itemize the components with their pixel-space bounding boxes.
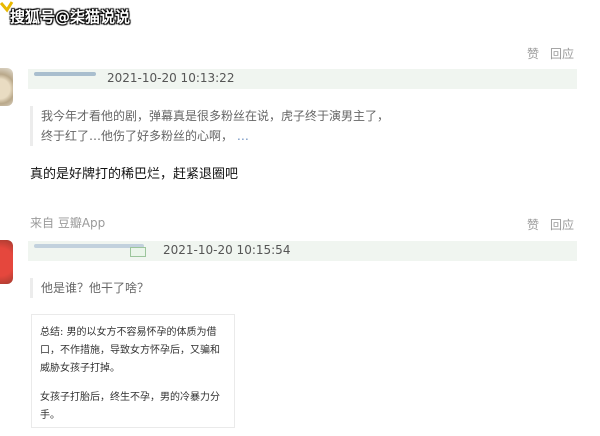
- username[interactable]: [34, 72, 96, 76]
- comment-2-meta: 2021-10-20 10:15:54: [28, 241, 577, 261]
- comment-source[interactable]: 来自 豆瓣App: [30, 214, 105, 231]
- user-badge: [130, 247, 146, 257]
- quoted-more-link[interactable]: …: [237, 129, 249, 143]
- timestamp: 2021-10-20 10:13:22: [107, 71, 235, 85]
- snippet-paragraph: 总结: 男的以女方不容易怀孕的体质为借口，不作措施，导致女方怀孕后，又骗和威胁女…: [40, 327, 220, 374]
- quoted-comment: 我今年才看他的剧，弹幕真是很多粉丝在说，虎子终于演男主了，终于红了…他伤了好多粉…: [30, 106, 393, 146]
- comment-2-actions: 赞 回应: [527, 216, 574, 233]
- avatar[interactable]: [0, 240, 13, 284]
- watermark: 搜狐号@柒猫说说: [10, 8, 131, 26]
- comment-1-actions: 赞 回应: [527, 45, 574, 62]
- avatar[interactable]: [0, 68, 13, 106]
- reply-button[interactable]: 回应: [550, 45, 574, 62]
- reply-button[interactable]: 回应: [550, 216, 574, 233]
- username[interactable]: [34, 244, 144, 248]
- comment-1-reply: 真的是好牌打的稀巴烂，赶紧退圈吧: [30, 167, 239, 182]
- comment-1-meta: 2021-10-20 10:13:22: [28, 69, 577, 89]
- timestamp: 2021-10-20 10:15:54: [163, 243, 291, 257]
- like-button[interactable]: 赞: [527, 45, 539, 62]
- snippet-paragraph: 女孩子打胎后，终生不孕，男的冷暴力分手。: [40, 392, 220, 421]
- quoted-text: 他是谁？他干了啥？: [41, 281, 150, 295]
- screenshot-snippet: 总结: 男的以女方不容易怀孕的体质为借口，不作措施，导致女方怀孕后，又骗和威胁女…: [31, 314, 235, 428]
- quoted-text: 我今年才看他的剧，弹幕真是很多粉丝在说，虎子终于演男主了，终于红了…他伤了好多粉…: [41, 109, 390, 143]
- quoted-comment: 他是谁？他干了啥？: [30, 278, 221, 298]
- like-button[interactable]: 赞: [527, 216, 539, 233]
